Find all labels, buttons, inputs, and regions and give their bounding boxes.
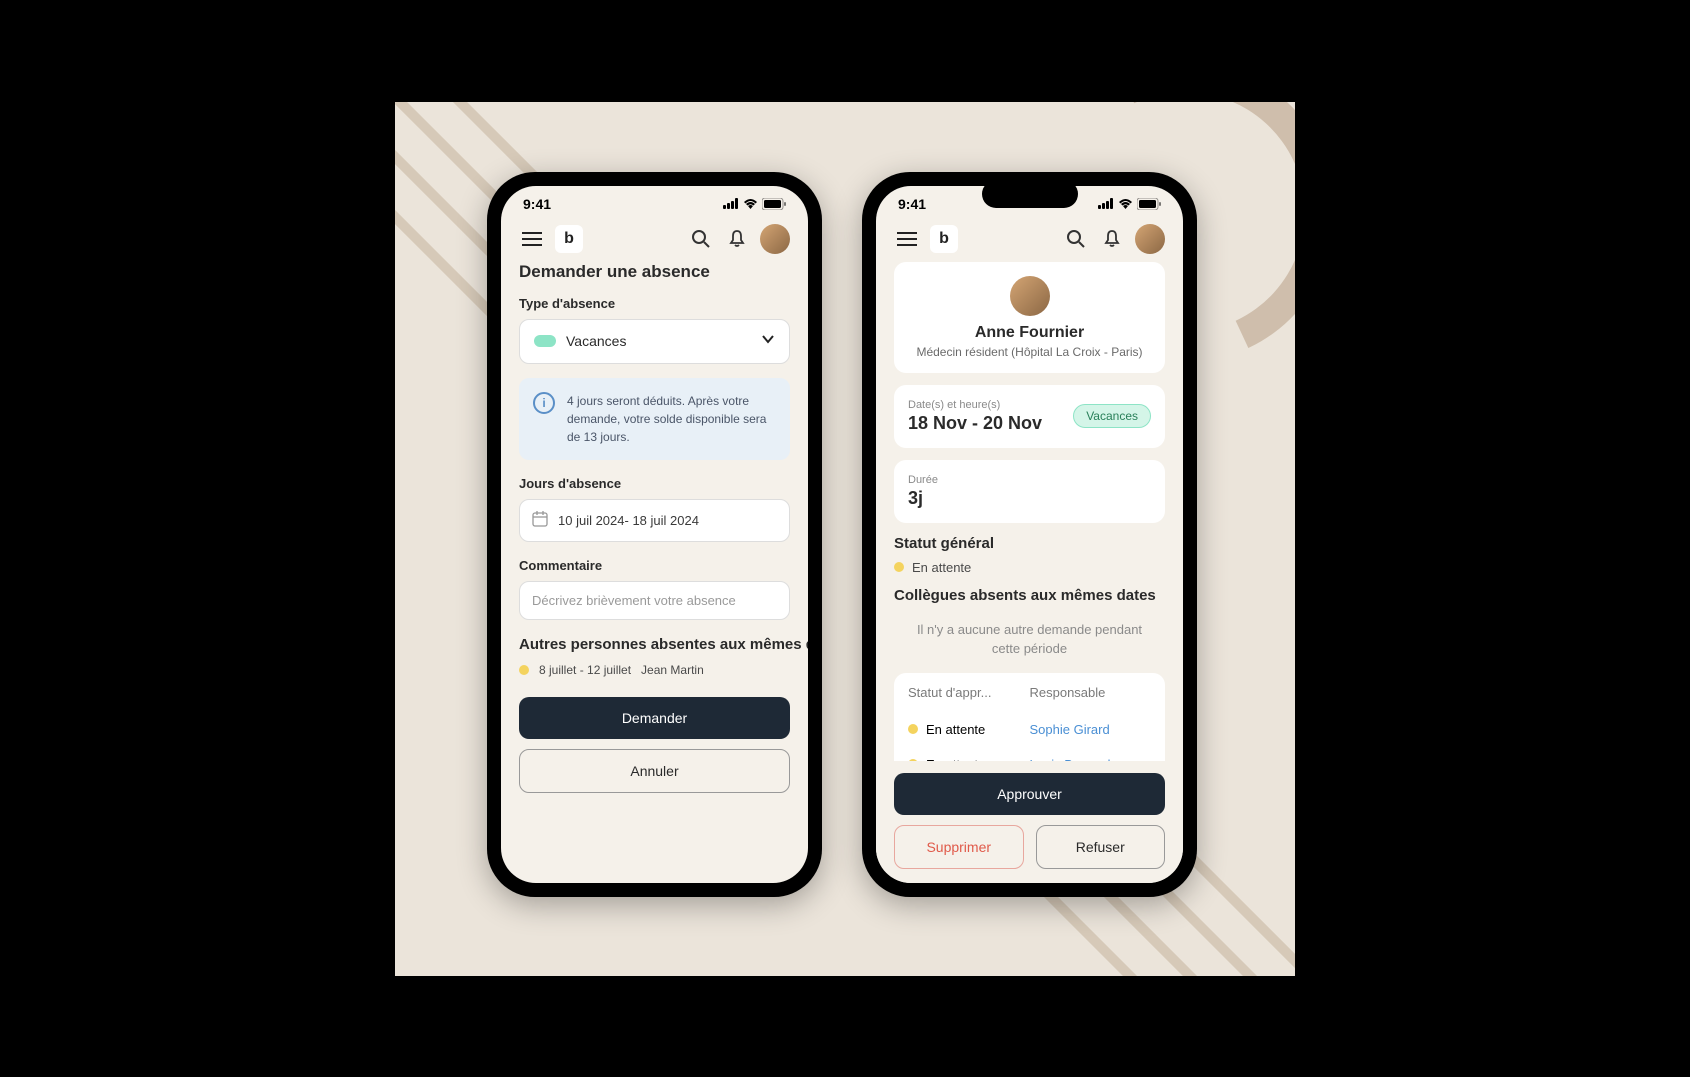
action-bar: Approuver Supprimer Refuser xyxy=(876,761,1183,883)
page-title: Demander une absence xyxy=(519,262,790,282)
menu-icon[interactable] xyxy=(894,226,920,252)
date-label: Date(s) et heure(s) xyxy=(908,399,1042,411)
wifi-icon xyxy=(1118,198,1133,209)
avatar[interactable] xyxy=(760,224,790,254)
status-dot-icon xyxy=(894,562,904,572)
refuse-button[interactable]: Refuser xyxy=(1036,825,1166,869)
app-logo[interactable]: b xyxy=(930,225,958,253)
status-dot-icon xyxy=(519,665,529,675)
status-value: En attente xyxy=(912,560,971,575)
row-name[interactable]: Sophie Girard xyxy=(1030,722,1152,737)
menu-icon[interactable] xyxy=(519,226,545,252)
signal-icon xyxy=(1098,198,1114,209)
cancel-button[interactable]: Annuler xyxy=(519,749,790,793)
type-color-pill xyxy=(534,335,556,347)
type-label: Type d'absence xyxy=(519,296,790,311)
days-label: Jours d'absence xyxy=(519,476,790,491)
signal-icon xyxy=(723,198,739,209)
colleagues-heading: Collègues absents aux mêmes dates xyxy=(894,587,1165,604)
table-row: En attente Louis Bernard xyxy=(894,747,1165,761)
others-name: Jean Martin xyxy=(641,663,704,677)
phone-right: 9:41 b xyxy=(862,172,1197,897)
row-status: En attente xyxy=(926,722,985,737)
profile-name: Anne Fournier xyxy=(908,324,1151,342)
avatar[interactable] xyxy=(1135,224,1165,254)
calendar-icon xyxy=(532,511,548,530)
info-icon: i xyxy=(533,392,555,414)
search-icon[interactable] xyxy=(1063,226,1089,252)
dynamic-island xyxy=(982,180,1078,208)
others-absent-title: Autres personnes absentes aux mêmes dat xyxy=(519,636,790,653)
wifi-icon xyxy=(743,198,758,209)
submit-button[interactable]: Demander xyxy=(519,697,790,739)
phone-left: 9:41 b Demander une absenc xyxy=(487,172,822,897)
status-heading: Statut général xyxy=(894,535,1165,552)
col-responsible: Responsable xyxy=(1030,685,1152,700)
battery-icon xyxy=(1137,198,1161,210)
app-logo[interactable]: b xyxy=(555,225,583,253)
comment-label: Commentaire xyxy=(519,558,790,573)
date-value: 18 Nov - 20 Nov xyxy=(908,413,1042,434)
status-time: 9:41 xyxy=(898,196,926,212)
delete-button[interactable]: Supprimer xyxy=(894,825,1024,869)
battery-icon xyxy=(762,198,786,210)
approve-button[interactable]: Approuver xyxy=(894,773,1165,815)
absence-type-select[interactable]: Vacances xyxy=(519,319,790,364)
comment-input[interactable]: Décrivez brièvement votre absence xyxy=(519,581,790,620)
status-time: 9:41 xyxy=(523,196,551,212)
profile-card: Anne Fournier Médecin résident (Hôpital … xyxy=(894,262,1165,373)
profile-avatar xyxy=(1010,276,1050,316)
approval-table: Statut d'appr... Responsable En attente … xyxy=(894,673,1165,761)
statusbar: 9:41 xyxy=(501,186,808,218)
others-absent-row: 8 juillet - 12 juillet Jean Martin xyxy=(519,663,790,677)
comment-placeholder: Décrivez brièvement votre absence xyxy=(532,593,736,608)
date-value: 10 juil 2024- 18 juil 2024 xyxy=(558,513,699,528)
info-text: 4 jours seront déduits. Après votre dema… xyxy=(567,392,776,446)
appbar: b xyxy=(501,218,808,262)
chevron-down-icon xyxy=(761,332,775,351)
colleagues-empty: Il n'y a aucune autre demande pendant ce… xyxy=(894,612,1165,673)
type-value: Vacances xyxy=(566,333,751,349)
bell-icon[interactable] xyxy=(724,226,750,252)
bell-icon[interactable] xyxy=(1099,226,1125,252)
info-box: i 4 jours seront déduits. Après votre de… xyxy=(519,378,790,460)
status-row: En attente xyxy=(894,560,1165,575)
duration-label: Durée xyxy=(908,474,1151,486)
date-card: Date(s) et heure(s) 18 Nov - 20 Nov Vaca… xyxy=(894,385,1165,448)
duration-card: Durée 3j xyxy=(894,460,1165,523)
profile-subtitle: Médecin résident (Hôpital La Croix - Par… xyxy=(908,345,1151,359)
duration-value: 3j xyxy=(908,488,1151,509)
others-date: 8 juillet - 12 juillet xyxy=(539,663,631,677)
type-badge: Vacances xyxy=(1073,404,1151,428)
date-range-input[interactable]: 10 juil 2024- 18 juil 2024 xyxy=(519,499,790,542)
col-status: Statut d'appr... xyxy=(908,685,1030,700)
appbar: b xyxy=(876,218,1183,262)
table-row: En attente Sophie Girard xyxy=(894,712,1165,747)
search-icon[interactable] xyxy=(688,226,714,252)
status-dot-icon xyxy=(908,724,918,734)
